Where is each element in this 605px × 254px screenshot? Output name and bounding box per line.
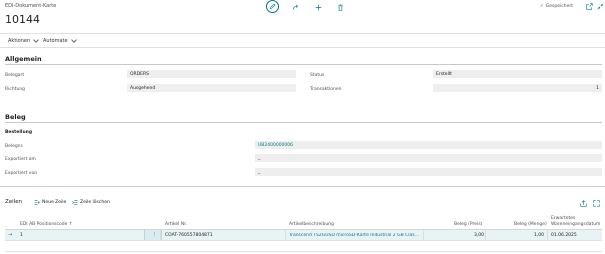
row-arrow-icon: →: [8, 231, 13, 238]
new-line-label: Neue Zeile: [42, 200, 67, 205]
col-header-beschreibung[interactable]: Artikelbeschreibung: [289, 222, 334, 227]
row-divider: [5, 251, 602, 252]
exportiert-am-label: Exportiert am: [5, 157, 36, 162]
share-icon: [292, 3, 298, 10]
cell-code[interactable]: 1: [20, 233, 23, 238]
cell-preis[interactable]: 3,00: [460, 233, 484, 238]
plus-icon: [315, 4, 321, 10]
delete-line-label: Zeile löschen: [80, 200, 110, 205]
chevron-down-icon: [70, 37, 77, 43]
exportiert-von-field[interactable]: _: [255, 168, 602, 176]
cell-menge[interactable]: 1,00: [519, 233, 544, 238]
section-title-general: Allgemein: [5, 55, 42, 63]
beleg-divider: [5, 122, 602, 123]
belegart-label: Belegart: [5, 73, 25, 78]
group-title-bestellung: Bestellung: [5, 130, 33, 135]
exportiert-von-label: Exportiert von: [5, 171, 38, 176]
belegart-value: ORDERS: [130, 71, 149, 77]
transaktionen-field[interactable]: 1: [433, 84, 602, 92]
belegnr-label: Belegnr.: [5, 144, 24, 149]
cell-artikel-nr[interactable]: COAT-760557804871: [165, 233, 213, 238]
table-row[interactable]: → 1 ⋮ COAT-760557804871 Transcend TS2GUS…: [5, 230, 602, 240]
actionbar-divider: [0, 47, 605, 48]
page-title: 10144: [5, 13, 40, 26]
belegnr-field[interactable]: UB2400000006: [255, 141, 602, 149]
share-icon: [580, 199, 587, 207]
chevron-down-icon: [33, 37, 39, 43]
richtung-value: Ausgehend: [130, 85, 156, 91]
col-header-menge[interactable]: Beleg (Menge): [514, 222, 547, 227]
breadcrumb: EDI-Dokument-Karte: [5, 3, 57, 9]
section-title-beleg: Beleg: [5, 113, 26, 121]
belegart-field[interactable]: ORDERS: [127, 70, 296, 78]
expand-icon: [593, 199, 600, 207]
new-line-icon: [34, 200, 40, 205]
transaktionen-label: Transaktionen: [310, 87, 342, 92]
expand-lines-button[interactable]: [592, 199, 601, 207]
lines-title: Zeilen: [5, 199, 23, 205]
automate-menu-label: Automate: [43, 38, 68, 44]
col-header-artikel-nr[interactable]: Artikel Nr.: [165, 222, 187, 227]
open-new-window-icon: [586, 3, 593, 10]
edit-button[interactable]: [266, 0, 279, 13]
table-row-empty[interactable]: [5, 241, 602, 251]
lines-top-divider: [0, 186, 605, 187]
col-header-datum[interactable]: Erwartetes Wareneingangsdatum: [551, 216, 601, 227]
actions-menu-label: Aktionen: [8, 38, 31, 44]
general-divider: [5, 64, 602, 65]
status-label: Status: [310, 73, 325, 78]
col-header-code[interactable]: EDI AB Positionscode ↑: [20, 222, 73, 227]
saved-status-label: Gespeichert: [545, 4, 573, 9]
status-value: Erstellt: [436, 71, 452, 77]
saved-status: ✓ Gespeichert: [540, 4, 573, 9]
exportiert-am-field[interactable]: _: [255, 154, 602, 162]
transaktionen-value: 1: [596, 85, 599, 91]
trash-icon: [337, 3, 343, 11]
delete-line-icon: [72, 200, 78, 205]
richtung-field[interactable]: Ausgehend: [127, 84, 296, 92]
check-icon: ✓: [540, 4, 544, 9]
delete-button[interactable]: [335, 2, 345, 12]
status-field[interactable]: Erstellt: [433, 70, 602, 78]
share-button[interactable]: [290, 2, 300, 12]
share-lines-button[interactable]: [579, 199, 588, 207]
collapse-button[interactable]: [596, 2, 605, 11]
delete-line-button[interactable]: Zeile löschen: [72, 200, 110, 205]
exportiert-am-value: _: [258, 155, 261, 161]
automate-menu[interactable]: Automate: [43, 37, 77, 44]
header-divider: [0, 33, 605, 34]
collapse-icon: [597, 3, 604, 10]
cell-datum[interactable]: 01.06.2025: [551, 233, 577, 238]
new-line-button[interactable]: Neue Zeile: [34, 200, 66, 205]
cell-beschreibung[interactable]: Transcend TS2GUSD microSD-Karte Industri…: [289, 233, 421, 238]
ellipsis-icon: ⋮: [152, 232, 157, 237]
new-button[interactable]: [313, 2, 323, 12]
belegnr-value[interactable]: UB2400000006: [258, 143, 293, 148]
actions-menu[interactable]: Aktionen: [8, 37, 39, 44]
open-new-window-button[interactable]: [585, 2, 594, 11]
col-header-preis[interactable]: Beleg (Preis): [454, 222, 482, 227]
exportiert-von-value: _: [258, 169, 261, 175]
pencil-icon: [269, 3, 276, 10]
richtung-label: Richtung: [5, 87, 26, 92]
